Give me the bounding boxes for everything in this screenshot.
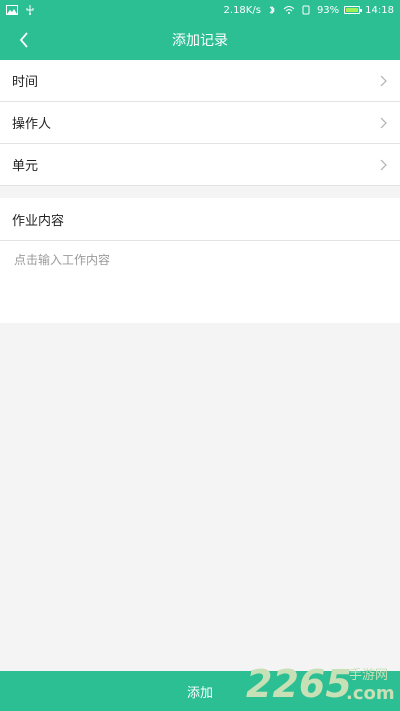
status-left xyxy=(6,5,36,15)
chevron-right-icon xyxy=(380,117,387,128)
time-row[interactable]: 时间 xyxy=(0,60,400,102)
battery-percent: 93% xyxy=(316,4,340,16)
unit-row[interactable]: 单元 xyxy=(0,144,400,186)
back-button[interactable] xyxy=(12,28,36,52)
status-right: 2.18K/s 93% 14:18 xyxy=(224,5,394,16)
wifi-icon xyxy=(283,6,295,14)
operator-row[interactable]: 操作人 xyxy=(0,102,400,144)
sim-icon xyxy=(302,5,310,15)
work-content-input[interactable] xyxy=(0,241,400,321)
bluetooth-icon xyxy=(269,5,275,15)
status-bar: 2.18K/s 93% 14:18 xyxy=(0,0,400,20)
add-button[interactable]: 添加 xyxy=(0,671,400,711)
image-notification-icon xyxy=(6,5,18,15)
nav-bar: 添加记录 xyxy=(0,20,400,60)
operator-label: 操作人 xyxy=(12,117,52,132)
work-content-section: 作业内容 xyxy=(0,198,400,323)
form-group: 时间 操作人 单元 xyxy=(0,60,400,186)
usb-icon xyxy=(26,5,34,15)
page-title: 添加记录 xyxy=(172,33,228,49)
chevron-left-icon xyxy=(19,32,28,48)
network-speed: 2.18K/s xyxy=(223,4,261,16)
work-content-label: 作业内容 xyxy=(0,198,400,241)
time-label: 时间 xyxy=(12,75,39,90)
chevron-right-icon xyxy=(380,159,387,170)
status-time: 14:18 xyxy=(365,4,394,16)
chevron-right-icon xyxy=(380,75,387,86)
unit-label: 单元 xyxy=(12,159,39,174)
battery-icon xyxy=(344,6,363,14)
